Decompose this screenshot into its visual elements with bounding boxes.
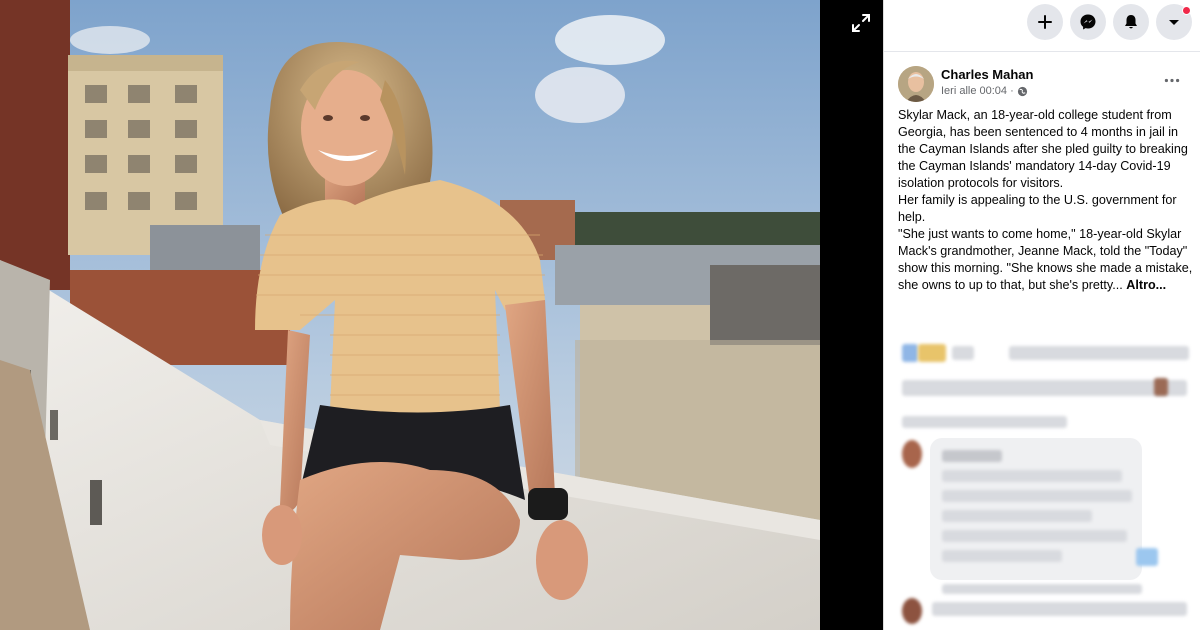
comment-share-counts — [1009, 346, 1189, 360]
reaction-icons — [902, 344, 918, 362]
post-meta: Ieri alle 00:04 · — [941, 85, 1028, 97]
expand-button[interactable] — [850, 12, 872, 34]
bell-icon — [1125, 15, 1137, 29]
author-name[interactable]: Charles Mahan — [941, 67, 1033, 82]
avatar[interactable] — [898, 66, 934, 102]
photo-viewer — [0, 0, 883, 630]
comment-line — [942, 550, 1062, 562]
reaction-count — [952, 346, 974, 360]
more-icon — [1164, 78, 1180, 82]
expand-icon — [852, 14, 870, 32]
reaction-icons — [918, 344, 946, 362]
action-bar — [902, 380, 1187, 396]
globe-icon — [1017, 86, 1027, 96]
post-options-button[interactable] — [1160, 70, 1184, 90]
sort-label — [902, 416, 1067, 428]
commenter-avatar — [902, 598, 922, 624]
avatar-image — [898, 66, 934, 102]
post-photo[interactable] — [0, 0, 820, 630]
top-toolbar — [884, 0, 1200, 52]
comment-actions — [942, 584, 1142, 594]
account-menu-button[interactable] — [1156, 4, 1192, 40]
notification-dot — [1182, 6, 1191, 15]
post-body: Skylar Mack, an 18-year-old college stud… — [898, 107, 1194, 294]
post-paragraph: "She just wants to come home," 18-year-o… — [898, 226, 1194, 294]
messenger-icon — [1080, 14, 1096, 30]
plus-icon — [1038, 15, 1052, 29]
photo-illustration — [0, 0, 820, 630]
messenger-button[interactable] — [1070, 4, 1106, 40]
commenter-avatar — [902, 440, 922, 468]
post-panel: Charles Mahan Ieri alle 00:04 · Skylar M… — [883, 0, 1200, 630]
comments-section-obscured — [884, 330, 1200, 630]
post-paragraph: Her family is appealing to the U.S. gove… — [898, 193, 1177, 224]
notifications-button[interactable] — [1113, 4, 1149, 40]
post-header: Charles Mahan Ieri alle 00:04 · — [898, 64, 1190, 104]
comment-line — [942, 490, 1132, 502]
post-timestamp[interactable]: Ieri alle 00:04 · — [941, 85, 1014, 97]
mini-avatar — [1154, 378, 1168, 396]
create-button[interactable] — [1027, 4, 1063, 40]
comment-line — [942, 450, 1002, 462]
see-more-link[interactable]: Altro... — [1126, 278, 1166, 292]
comment-line — [942, 470, 1122, 482]
comment-line — [942, 510, 1092, 522]
reaction-badge — [1136, 548, 1158, 566]
caret-down-icon — [1169, 20, 1179, 25]
comment-line — [942, 530, 1127, 542]
comment-line — [932, 602, 1187, 616]
post-paragraph: Skylar Mack, an 18-year-old college stud… — [898, 108, 1188, 190]
